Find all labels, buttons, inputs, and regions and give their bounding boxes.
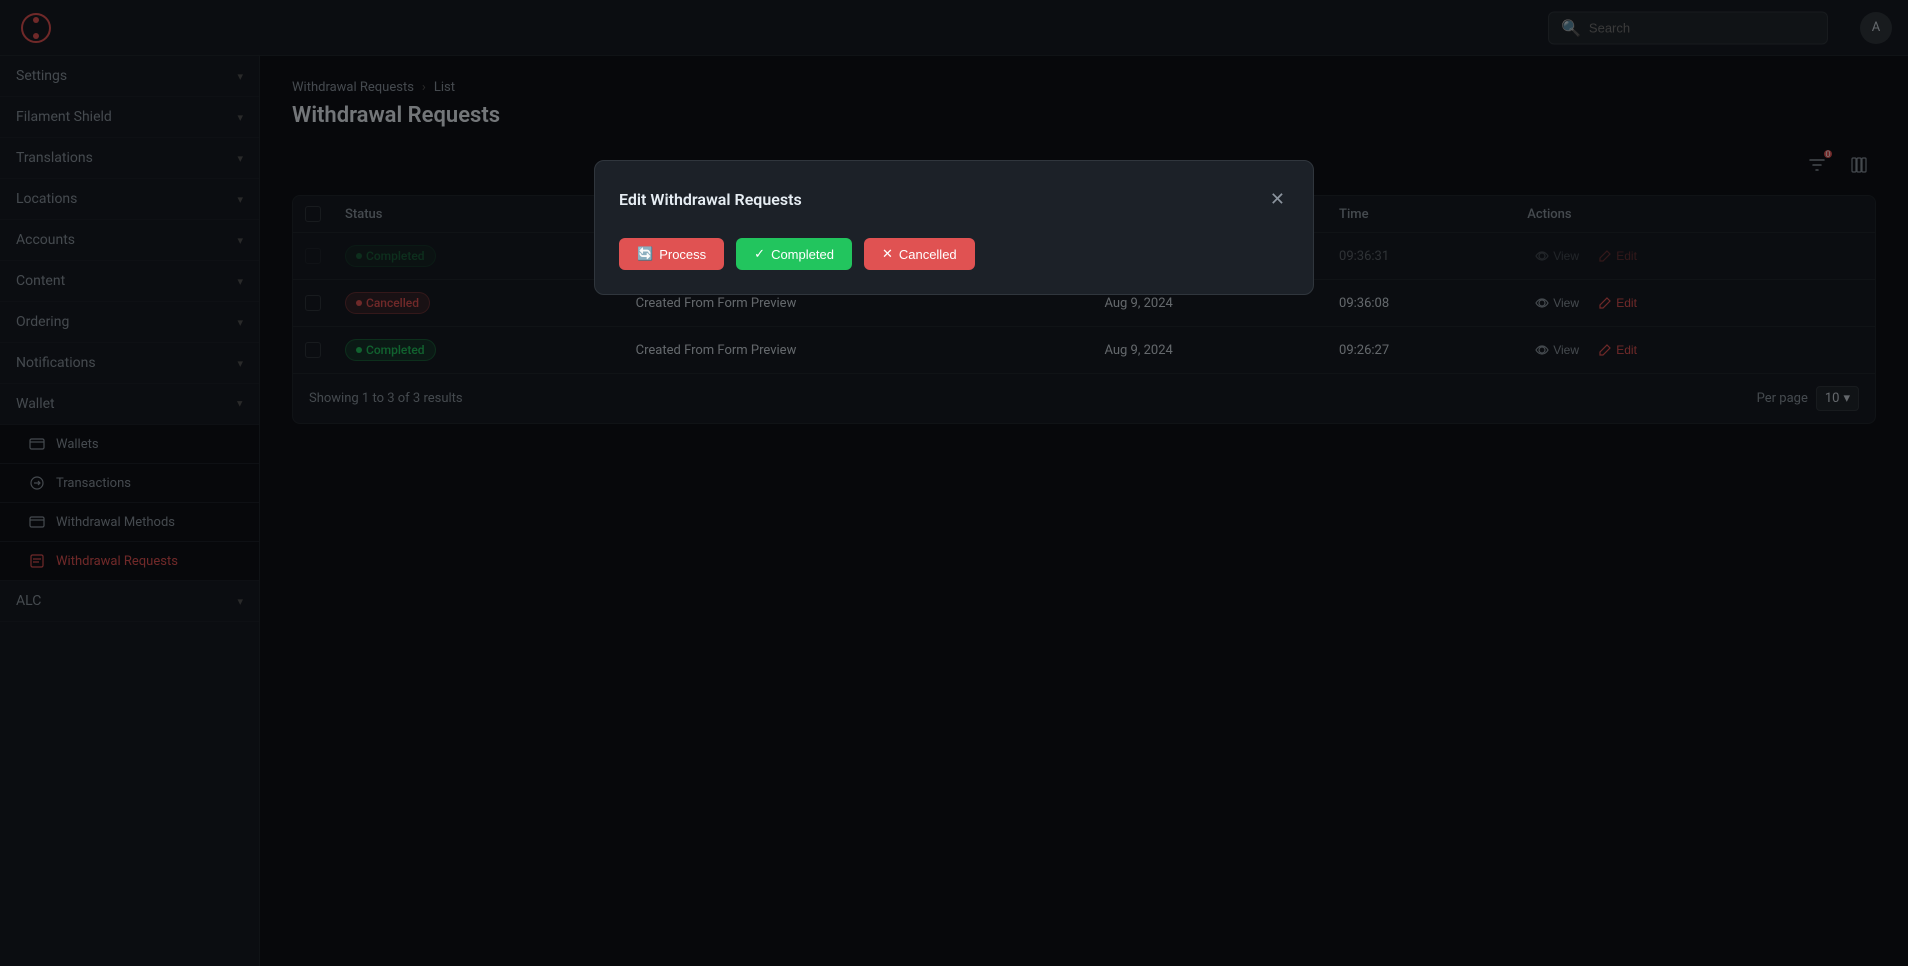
x-icon: ✕ bbox=[882, 246, 893, 262]
modal-close-button[interactable]: ✕ bbox=[1266, 185, 1289, 214]
check-icon: ✓ bbox=[754, 246, 765, 262]
process-button[interactable]: 🔄 Process bbox=[619, 238, 724, 270]
modal-overlay[interactable]: Edit Withdrawal Requests ✕ 🔄 Process ✓ C… bbox=[0, 0, 1908, 966]
cancelled-button[interactable]: ✕ Cancelled bbox=[864, 238, 975, 270]
completed-button[interactable]: ✓ Completed bbox=[736, 238, 852, 270]
modal-header: Edit Withdrawal Requests ✕ bbox=[619, 185, 1289, 214]
modal-title: Edit Withdrawal Requests bbox=[619, 190, 802, 209]
modal-actions: 🔄 Process ✓ Completed ✕ Cancelled bbox=[619, 238, 1289, 270]
edit-modal: Edit Withdrawal Requests ✕ 🔄 Process ✓ C… bbox=[594, 160, 1314, 295]
process-icon: 🔄 bbox=[637, 246, 653, 262]
